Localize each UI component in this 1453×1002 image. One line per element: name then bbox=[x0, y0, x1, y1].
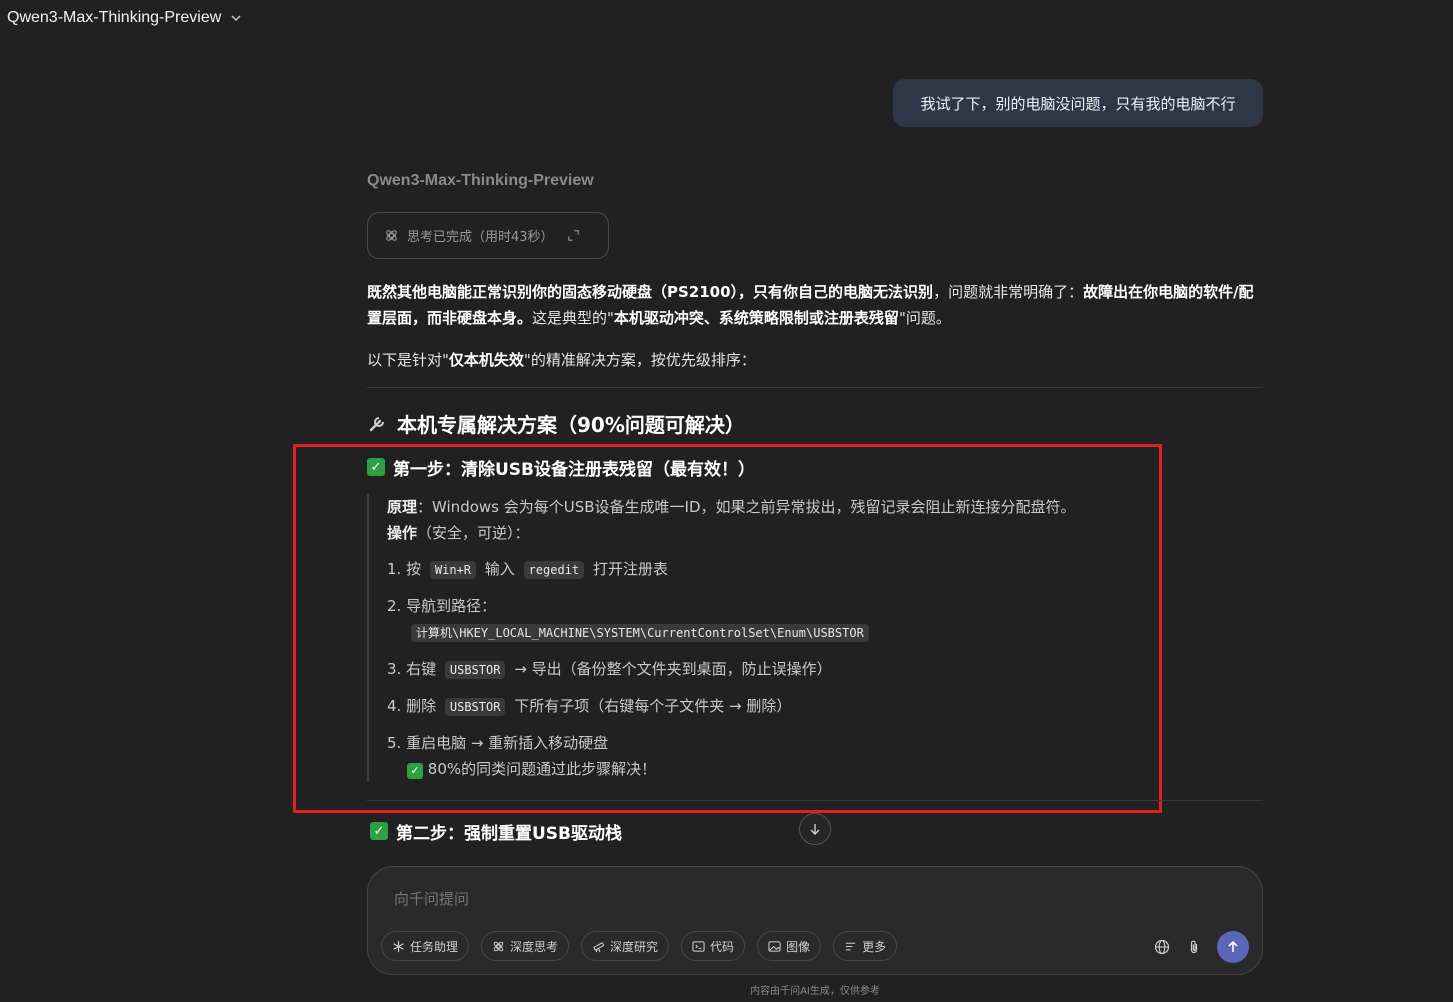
send-button[interactable] bbox=[1217, 931, 1249, 963]
terminal-icon bbox=[692, 940, 705, 952]
list-item: 4. 删除 USBSTOR 下所有子项（右键每个子文件夹 → 删除） bbox=[387, 693, 1263, 720]
user-message-text: 我试了下，别的电脑没问题，只有我的电脑不行 bbox=[920, 94, 1236, 113]
list-icon bbox=[845, 942, 856, 950]
thinking-icon bbox=[386, 230, 397, 241]
list-item-text: 输入 bbox=[484, 560, 515, 578]
inline-code: 计算机\HKEY_LOCAL_MACHINE\SYSTEM\CurrentCon… bbox=[411, 624, 869, 642]
list-item-text: 5. 重启电脑 → 重新插入移动硬盘 bbox=[387, 734, 609, 752]
tool-label: 图像 bbox=[786, 939, 811, 954]
list-item-text: → 导出（备份整个文件夹到桌面，防止误操作） bbox=[514, 660, 832, 678]
tool-label: 深度研究 bbox=[610, 939, 659, 954]
arrow-down-icon bbox=[810, 824, 820, 835]
model-switcher[interactable]: Qwen3-Max-Thinking-Preview bbox=[7, 9, 243, 27]
list-item: 2. 导航到路径： 计算机\HKEY_LOCAL_MACHINE\SYSTEM\… bbox=[387, 593, 1263, 646]
deep-research-button[interactable]: 深度研究 bbox=[581, 931, 670, 961]
path-line: 计算机\HKEY_LOCAL_MACHINE\SYSTEM\CurrentCon… bbox=[387, 619, 1263, 646]
priority-paragraph: 以下是针对"仅本机失效"的精准解决方案，按优先级排序： bbox=[367, 347, 1263, 373]
divider bbox=[367, 800, 1263, 801]
scroll-down-button[interactable] bbox=[799, 813, 831, 845]
tool-label: 任务助理 bbox=[410, 939, 459, 954]
paperclip-icon bbox=[1190, 940, 1198, 954]
step-list: 1. 按 Win+R 输入 regedit 打开注册表 2. 导航到路径： 计算… bbox=[387, 556, 1263, 782]
assistant-message: Qwen3-Max-Thinking-Preview 思考已完成（用时43秒） … bbox=[367, 160, 1263, 792]
section-heading: 本机专属解决方案（90%问题可解决） bbox=[367, 408, 1263, 438]
operation-text: （安全，可逆）： bbox=[417, 524, 530, 542]
globe-icon bbox=[1154, 939, 1170, 955]
inline-code: regedit bbox=[523, 561, 585, 579]
top-bar: Qwen3-Max-Thinking-Preview bbox=[0, 0, 1453, 40]
check-icon: ✓ bbox=[367, 458, 385, 476]
thinking-toggle[interactable]: 思考已完成（用时43秒） bbox=[367, 212, 609, 259]
check-icon: ✓ bbox=[407, 763, 423, 779]
priority-text-2: "的精准解决方案，按优先级排序： bbox=[523, 351, 756, 369]
composer-toolbar: 任务助理 深度思考 深度研究 代码 图像 更多 bbox=[381, 931, 898, 961]
success-note: ✓ 80%的同类问题通过此步骤解决！ bbox=[387, 756, 1263, 782]
user-message-bubble: 我试了下，别的电脑没问题，只有我的电脑不行 bbox=[893, 79, 1263, 127]
list-item: 1. 按 Win+R 输入 regedit 打开注册表 bbox=[387, 556, 1263, 583]
intro-text-3: "问题。 bbox=[898, 309, 951, 327]
list-item-text: 下所有子项（右键每个子文件夹 → 删除） bbox=[514, 697, 792, 715]
list-item: 3. 右键 USBSTOR → 导出（备份整个文件夹到桌面，防止误操作） bbox=[387, 656, 1263, 683]
chevron-down-icon bbox=[231, 15, 241, 21]
check-icon: ✓ bbox=[370, 822, 388, 840]
image-icon bbox=[768, 940, 781, 952]
inline-code: USBSTOR bbox=[444, 698, 506, 716]
attach-button[interactable] bbox=[1185, 938, 1203, 956]
inline-code: USBSTOR bbox=[444, 661, 506, 679]
thinking-status: 思考已完成（用时43秒） bbox=[407, 230, 554, 245]
asterisk-icon bbox=[393, 940, 404, 952]
list-item-text: 打开注册表 bbox=[592, 560, 668, 578]
deep-think-button[interactable]: 深度思考 bbox=[481, 931, 570, 961]
list-item-text: 4. 删除 bbox=[387, 697, 437, 715]
tool-label: 深度思考 bbox=[510, 939, 559, 954]
principle-label: 原理 bbox=[387, 498, 418, 516]
model-switcher-label: Qwen3-Max-Thinking-Preview bbox=[7, 9, 222, 26]
atom-icon bbox=[493, 941, 504, 951]
web-search-button[interactable] bbox=[1153, 938, 1171, 956]
composer-actions bbox=[1153, 931, 1249, 963]
success-note-text: 80%的同类问题通过此步骤解决！ bbox=[427, 760, 657, 778]
intro-bold-1: 既然其他电脑能正常识别你的固态移动硬盘（PS2100），只有你自己的电脑无法识别 bbox=[367, 283, 934, 301]
operation-label: 操作 bbox=[387, 524, 418, 542]
priority-text-1: 以下是针对" bbox=[367, 351, 449, 369]
priority-bold: 仅本机失效 bbox=[448, 351, 524, 369]
inline-code: Win+R bbox=[429, 561, 476, 579]
operation-line: 操作（安全，可逆）： bbox=[387, 520, 1263, 546]
intro-text-2: 这是典型的" bbox=[532, 309, 614, 327]
telescope-icon bbox=[593, 941, 605, 952]
assistant-model-name: Qwen3-Max-Thinking-Preview bbox=[367, 172, 594, 189]
step-1-quote: 原理：Windows 会为每个USB设备生成唯一ID，如果之前异常拔出，残留记录… bbox=[367, 494, 1263, 782]
arrow-up-icon bbox=[1228, 940, 1238, 952]
list-item-text: 2. 导航到路径： bbox=[387, 597, 497, 615]
intro-bold-3: 本机驱动冲突、系统策略限制或注册表残留 bbox=[613, 309, 899, 327]
expand-icon bbox=[567, 230, 579, 241]
section-title: 本机专属解决方案（90%问题可解决） bbox=[397, 412, 745, 437]
step-2-title: 第二步：强制重置USB驱动栈 bbox=[396, 823, 623, 844]
list-item: 5. 重启电脑 → 重新插入移动硬盘 ✓ 80%的同类问题通过此步骤解决！ bbox=[387, 730, 1263, 782]
wrench-icon bbox=[369, 417, 384, 432]
tool-label: 更多 bbox=[862, 939, 887, 954]
step-2-heading: ✓ 第二步：强制重置USB驱动栈 bbox=[370, 818, 622, 844]
list-item-text: 3. 右键 bbox=[387, 660, 437, 678]
step-1-heading: ✓ 第一步：清除USB设备注册表残留（最有效！） bbox=[367, 454, 1263, 480]
tool-label: 代码 bbox=[710, 939, 735, 954]
principle-text: ：Windows 会为每个USB设备生成唯一ID，如果之前异常拔出，残留记录会阻… bbox=[417, 498, 1076, 516]
divider bbox=[367, 387, 1263, 388]
step-1: ✓ 第一步：清除USB设备注册表残留（最有效！） 原理：Windows 会为每个… bbox=[367, 454, 1263, 782]
task-assistant-button[interactable]: 任务助理 bbox=[381, 931, 470, 961]
more-button[interactable]: 更多 bbox=[833, 931, 898, 961]
image-button[interactable]: 图像 bbox=[757, 931, 822, 961]
message-input[interactable] bbox=[392, 887, 1232, 911]
list-item-text: 1. 按 bbox=[387, 560, 422, 578]
principle-line: 原理：Windows 会为每个USB设备生成唯一ID，如果之前异常拔出，残留记录… bbox=[387, 494, 1263, 520]
message-composer: 任务助理 深度思考 深度研究 代码 图像 更多 bbox=[367, 866, 1263, 975]
intro-paragraph: 既然其他电脑能正常识别你的固态移动硬盘（PS2100），只有你自己的电脑无法识别… bbox=[367, 279, 1263, 331]
code-button[interactable]: 代码 bbox=[681, 931, 746, 961]
disclaimer: 内容由千问AI生成，仅供参考 bbox=[750, 986, 880, 997]
step-1-title: 第一步：清除USB设备注册表残留（最有效！） bbox=[393, 459, 756, 480]
intro-text-1: ，问题就非常明确了： bbox=[933, 283, 1084, 301]
